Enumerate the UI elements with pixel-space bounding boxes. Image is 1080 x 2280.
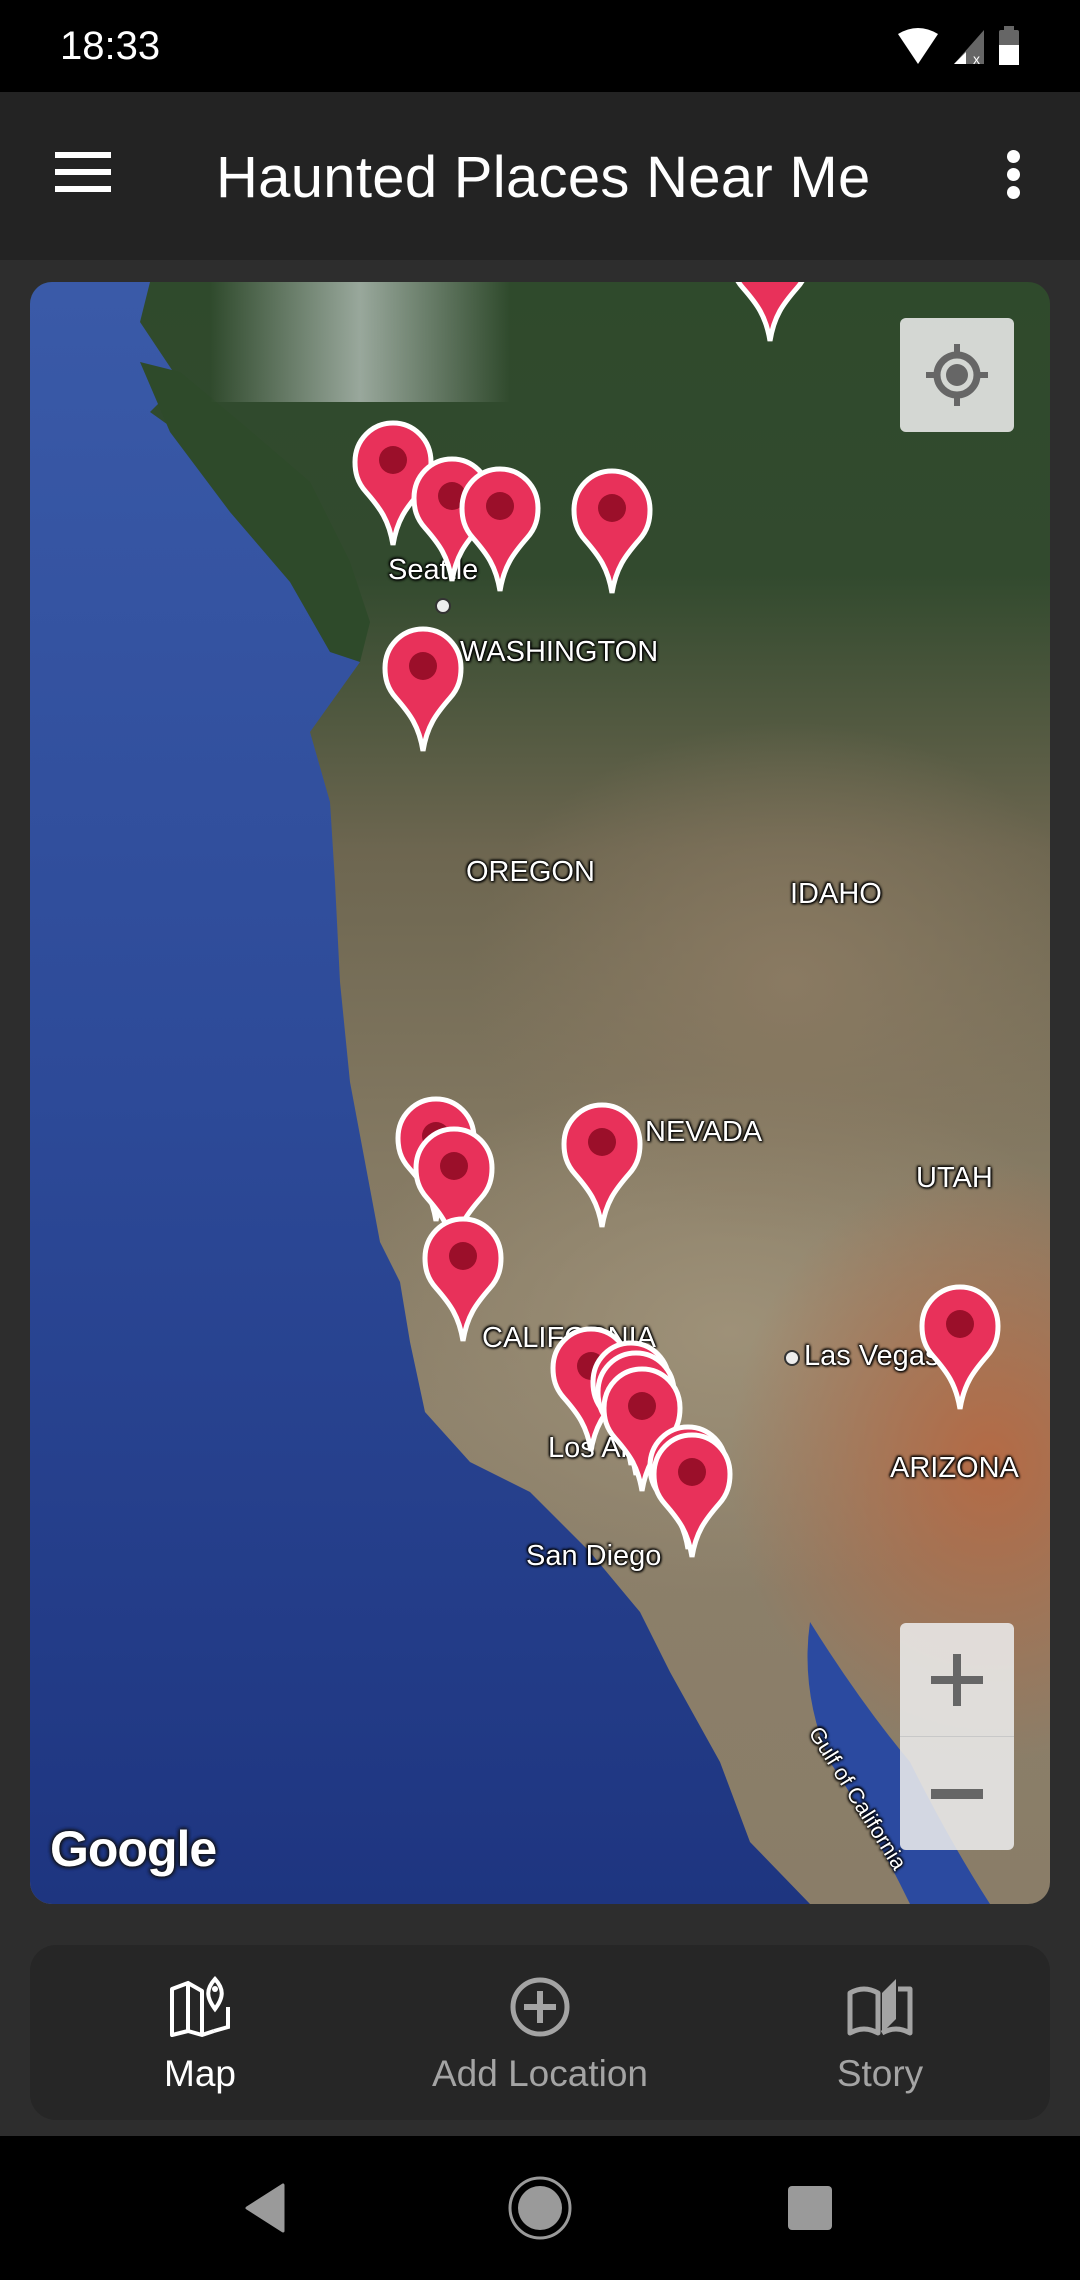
system-navigation-bar	[0, 2136, 1080, 2280]
home-button[interactable]	[500, 2136, 580, 2280]
map-marker[interactable]	[651, 1432, 733, 1560]
map-marker[interactable]	[382, 626, 464, 754]
city-dot-seattle	[435, 598, 451, 614]
city-dot-las-vegas	[784, 1350, 800, 1366]
status-icons: x	[896, 26, 1020, 66]
back-button[interactable]	[230, 2136, 300, 2280]
my-location-button[interactable]	[900, 318, 1014, 432]
map-label-washington: WASHINGTON	[460, 636, 659, 668]
nav-label-add-location: Add Location	[431, 2053, 648, 2094]
battery-icon	[999, 26, 1019, 65]
nav-item-map[interactable]: Map	[30, 1945, 370, 2120]
map-label-utah: UTAH	[916, 1162, 993, 1194]
back-icon	[245, 2183, 285, 2233]
status-time: 18:33	[60, 24, 161, 68]
map-marker[interactable]	[729, 282, 811, 344]
map-label-san-diego: San Diego	[526, 1540, 662, 1572]
map-pin-icon	[735, 282, 805, 342]
map-label-oregon: OREGON	[466, 856, 595, 888]
map-pin-icon	[561, 1102, 643, 1228]
zoom-controls	[900, 1623, 1014, 1850]
map-pin-icon	[382, 626, 464, 752]
book-icon	[847, 1979, 913, 2036]
plus-icon	[931, 1653, 983, 1706]
cellular-no-signal-icon: x	[954, 30, 984, 66]
map-label-nevada: NEVADA	[645, 1116, 763, 1148]
map-icon	[170, 1976, 230, 2037]
map-pin-icon	[919, 1284, 1001, 1410]
svg-text:x: x	[973, 51, 980, 66]
nav-label-story: Story	[836, 2053, 924, 2094]
map-marker[interactable]	[422, 1216, 504, 1344]
nav-item-add-location[interactable]: Add Location	[370, 1945, 710, 2120]
recents-icon	[788, 2186, 832, 2230]
app-title: Haunted Places Near Me	[216, 145, 871, 210]
my-location-icon	[926, 344, 988, 406]
app-bar: Haunted Places Near Me	[0, 92, 1080, 260]
zoom-in-button[interactable]	[900, 1623, 1014, 1736]
map-pin-icon	[651, 1432, 733, 1558]
home-icon	[508, 2176, 572, 2240]
bottom-navigation: Map Add Location Story	[30, 1945, 1050, 2120]
map-label-idaho: IDAHO	[790, 878, 882, 910]
map-marker[interactable]	[459, 466, 541, 594]
map-marker[interactable]	[571, 468, 653, 596]
zoom-out-button[interactable]	[900, 1737, 1014, 1850]
wifi-icon	[898, 28, 938, 64]
add-circle-icon	[510, 1977, 570, 2037]
nav-label-map: Map	[164, 2053, 236, 2094]
more-vert-icon[interactable]	[998, 150, 1028, 200]
google-logo: Google	[50, 1821, 217, 1877]
map-pin-icon	[422, 1216, 504, 1342]
map-label-arizona: ARIZONA	[890, 1452, 1019, 1484]
nav-item-story[interactable]: Story	[710, 1945, 1050, 2120]
hamburger-menu-icon[interactable]	[55, 152, 111, 192]
map-view[interactable]: Seattle WASHINGTON OREGON IDAHO NEVADA U…	[30, 282, 1050, 1904]
map-marker[interactable]	[919, 1284, 1001, 1412]
map-pin-icon	[571, 468, 653, 594]
recents-button[interactable]	[775, 2136, 845, 2280]
minus-icon	[931, 1788, 983, 1799]
map-marker[interactable]	[561, 1102, 643, 1230]
status-bar: 18:33 x	[0, 0, 1080, 92]
map-pin-icon	[459, 466, 541, 592]
